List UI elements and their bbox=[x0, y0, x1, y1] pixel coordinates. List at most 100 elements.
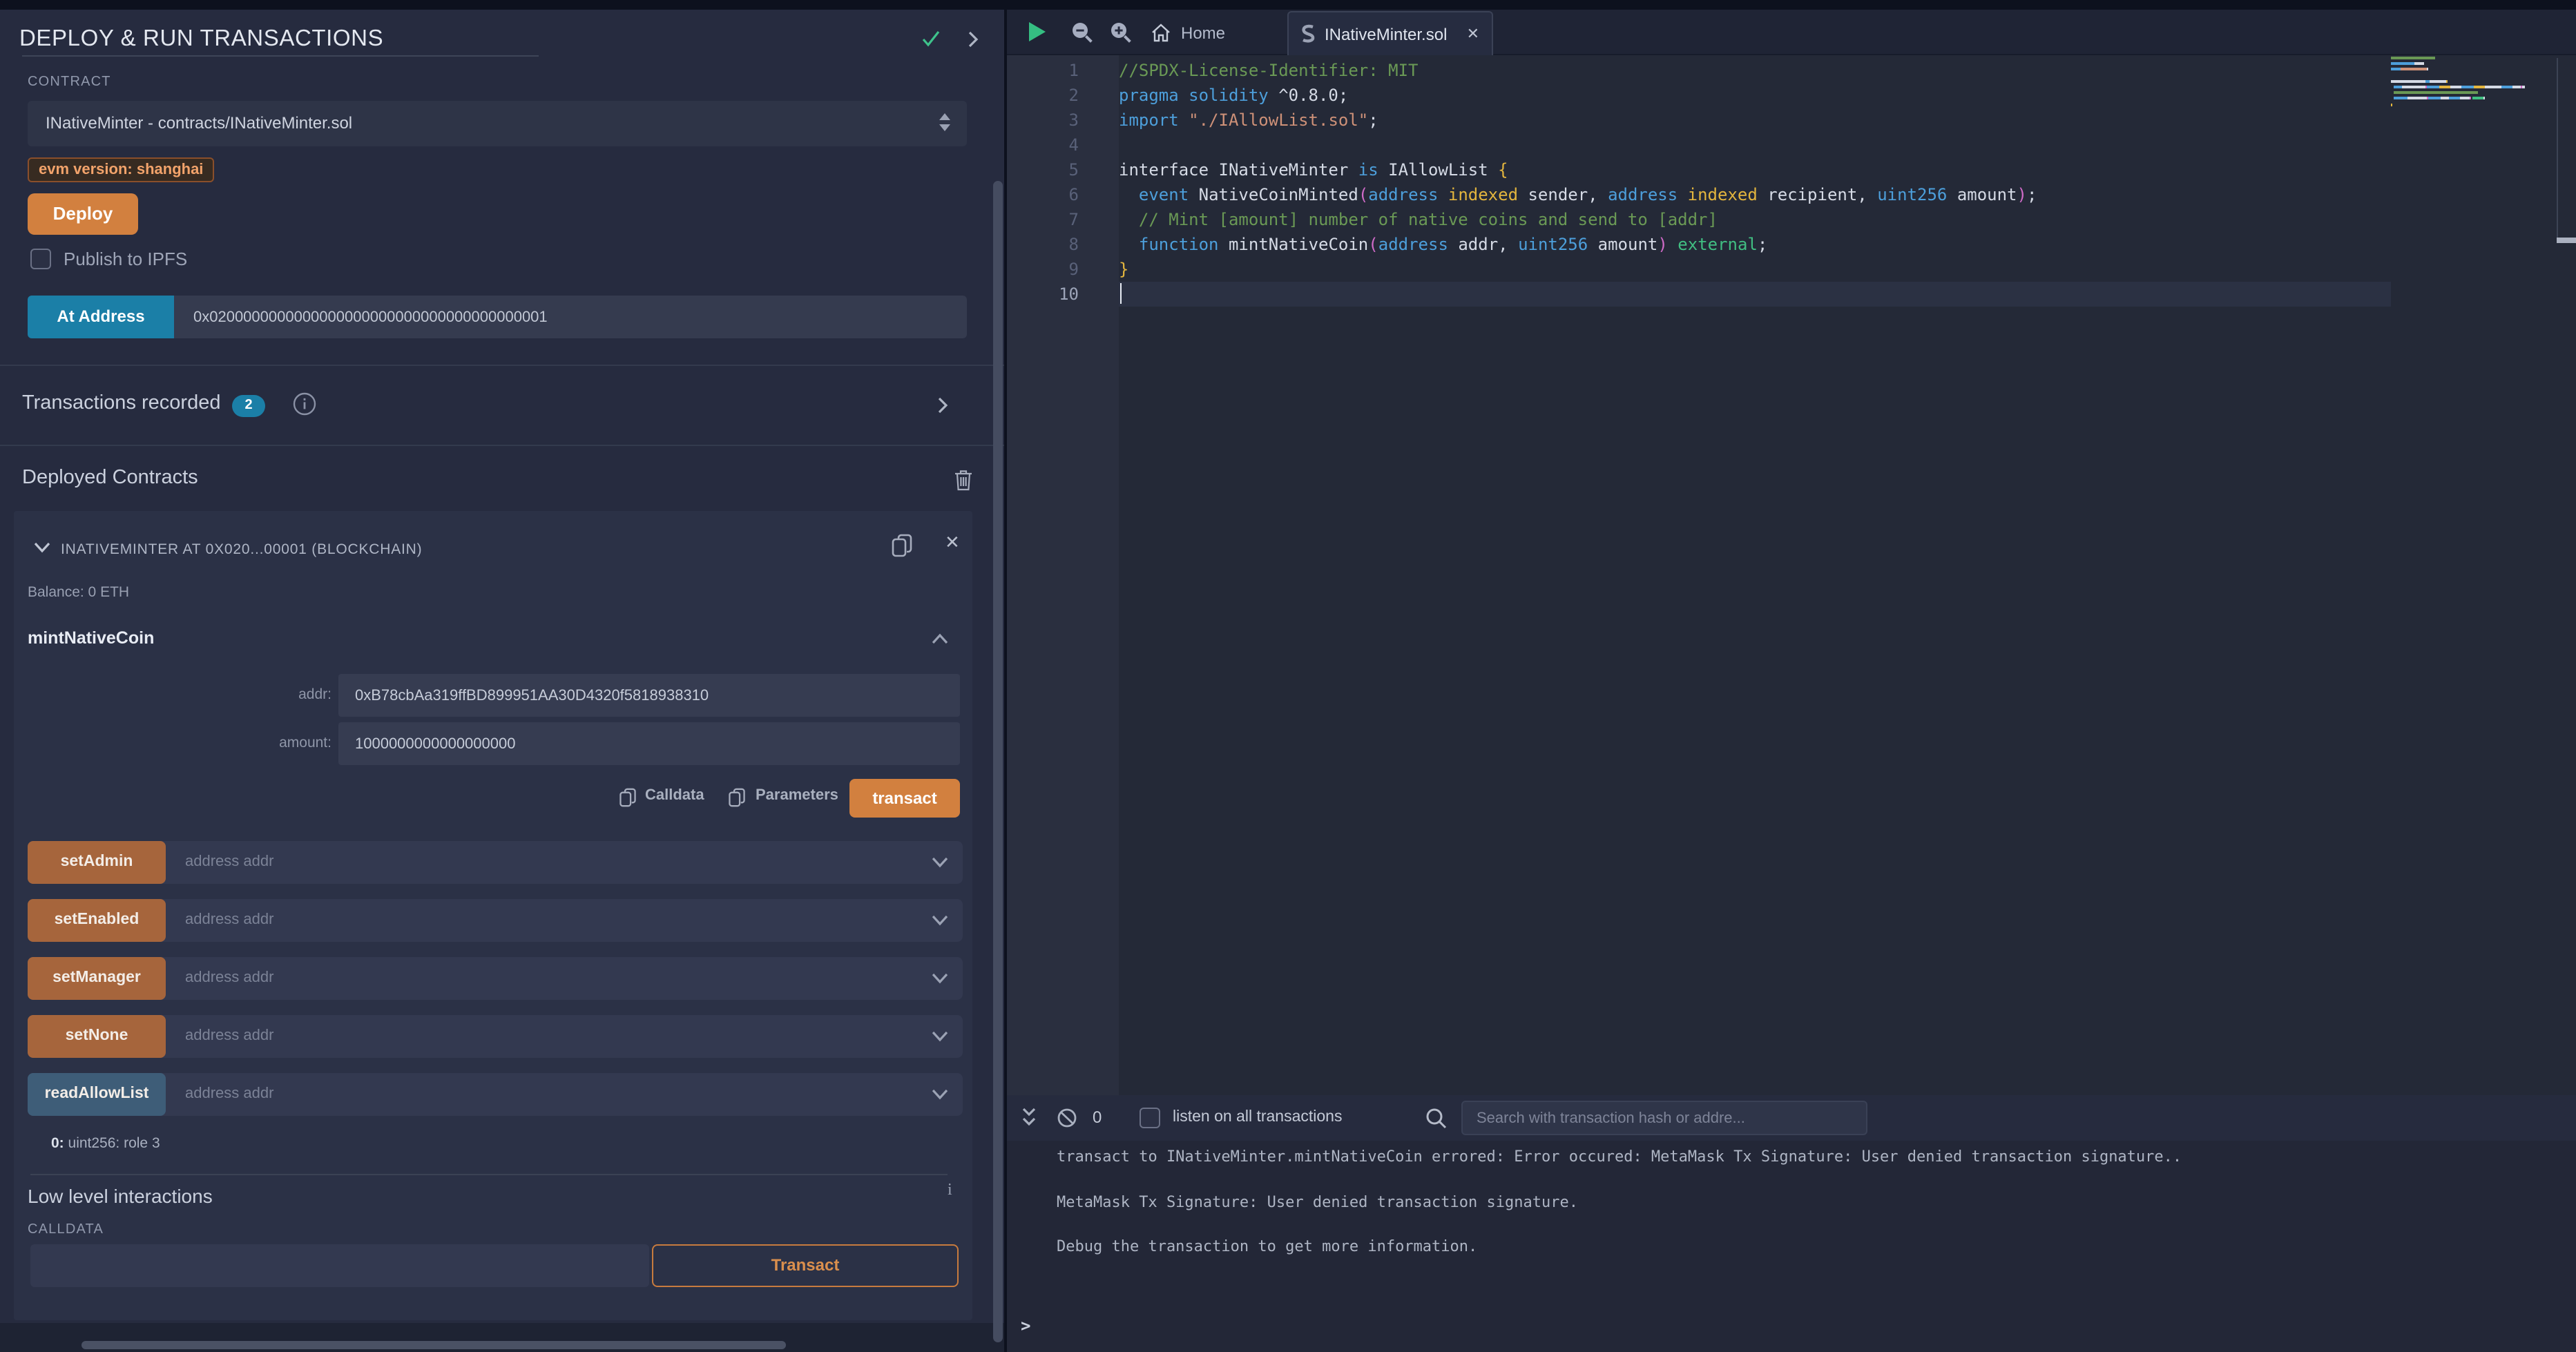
readAllowList-button[interactable]: readAllowList bbox=[28, 1073, 166, 1116]
at-address-button[interactable]: At Address bbox=[28, 296, 174, 338]
tab-home[interactable]: Home bbox=[1151, 10, 1225, 55]
listen-transactions-label: listen on all transactions bbox=[1173, 1109, 1342, 1126]
code-line: function mintNativeCoin(address addr, ui… bbox=[1119, 231, 2037, 256]
minimap-seg bbox=[2461, 97, 2470, 100]
transactions-recorded-label: Transactions recorded bbox=[22, 392, 220, 414]
minimap-seg bbox=[2440, 97, 2449, 100]
function-arg-placeholder[interactable]: address addr bbox=[185, 899, 273, 942]
code-token: ; bbox=[2027, 184, 2037, 204]
chevron-down-icon[interactable] bbox=[931, 914, 949, 927]
expand-terminal-icon[interactable] bbox=[1018, 1106, 1040, 1130]
code-token: is bbox=[1358, 160, 1388, 179]
code-token: } bbox=[1119, 259, 1128, 278]
transactions-expand-chevron-icon[interactable] bbox=[936, 396, 949, 414]
setAdmin-button[interactable]: setAdmin bbox=[28, 841, 166, 884]
minimap-seg bbox=[2439, 86, 2450, 88]
tab-close-icon[interactable]: ✕ bbox=[1467, 25, 1479, 43]
function-row-setAdmin: setAdmin address addr bbox=[28, 841, 963, 884]
line-number: 3 bbox=[1007, 107, 1079, 132]
line-number: 2 bbox=[1007, 82, 1079, 107]
calldata-copy-label[interactable]: Calldata bbox=[645, 787, 704, 804]
code-token: //SPDX-License-Identifier: MIT bbox=[1119, 60, 1419, 79]
line-number: 7 bbox=[1007, 206, 1079, 231]
trash-icon[interactable] bbox=[953, 468, 974, 492]
minimap-seg bbox=[2429, 97, 2441, 100]
vertical-scrollbar[interactable] bbox=[993, 181, 1003, 1342]
function-arg-placeholder[interactable]: address addr bbox=[185, 1073, 273, 1116]
function-arg-placeholder[interactable]: address addr bbox=[185, 957, 273, 1000]
open-function-name[interactable]: mintNativeCoin bbox=[28, 628, 154, 648]
copy-parameters-icon[interactable] bbox=[728, 787, 746, 808]
code-token: address bbox=[1378, 234, 1459, 253]
setEnabled-button[interactable]: setEnabled bbox=[28, 899, 166, 942]
function-arg-placeholder[interactable]: address addr bbox=[185, 841, 273, 884]
solidity-file-icon bbox=[1301, 23, 1315, 44]
chevron-down-icon[interactable] bbox=[931, 856, 949, 869]
code-line: import "./IAllowList.sol"; bbox=[1119, 107, 2037, 132]
deploy-button[interactable]: Deploy bbox=[28, 193, 138, 235]
clear-console-icon[interactable] bbox=[1057, 1108, 1077, 1128]
low-level-transact-button[interactable]: Transact bbox=[652, 1244, 959, 1287]
minimap-seg bbox=[2394, 86, 2403, 88]
code-token: // Mint [amount] number of native coins … bbox=[1119, 209, 1718, 229]
minimap-seg bbox=[2391, 103, 2392, 106]
code-token: { bbox=[1498, 160, 1508, 179]
minimap[interactable] bbox=[2391, 57, 2554, 115]
line-number: 1 bbox=[1007, 57, 1079, 82]
function-field-row: addr: bbox=[14, 674, 972, 717]
copy-icon[interactable] bbox=[891, 533, 913, 558]
publish-ipfs-checkbox[interactable] bbox=[30, 249, 51, 269]
code-token: import bbox=[1119, 110, 1189, 129]
minimap-line bbox=[2391, 91, 2554, 94]
code-token: ; bbox=[1368, 110, 1378, 129]
setNone-button[interactable]: setNone bbox=[28, 1015, 166, 1058]
at-address-input[interactable] bbox=[174, 296, 967, 338]
terminal-search-input[interactable] bbox=[1461, 1101, 1867, 1135]
minimap-line bbox=[2391, 74, 2554, 77]
line-number: 9 bbox=[1007, 256, 1079, 281]
code-token: ; bbox=[1758, 234, 1767, 253]
chevron-down-icon[interactable] bbox=[931, 972, 949, 985]
chevron-down-icon[interactable] bbox=[931, 1030, 949, 1043]
code-content[interactable]: //SPDX-License-Identifier: MIT pragma sol… bbox=[1119, 57, 2037, 306]
minimap-seg bbox=[2449, 97, 2461, 100]
zoom-in-icon[interactable] bbox=[1109, 21, 1133, 44]
minimap-line bbox=[2391, 80, 2554, 83]
chevron-up-icon[interactable] bbox=[931, 632, 949, 645]
terminal-prompt[interactable]: > bbox=[1021, 1316, 1030, 1335]
title-underline bbox=[22, 55, 539, 57]
tab-inativeminter[interactable]: INativeMinter.sol ✕ bbox=[1287, 11, 1493, 55]
chevron-down-icon[interactable] bbox=[931, 1088, 949, 1101]
code-line: pragma solidity ^0.8.0; bbox=[1119, 82, 2037, 107]
run-script-icon[interactable] bbox=[1029, 22, 1046, 41]
listen-transactions-checkbox[interactable] bbox=[1140, 1108, 1160, 1128]
function-arg-placeholder[interactable]: address addr bbox=[185, 1015, 273, 1058]
calldata-input[interactable] bbox=[30, 1244, 649, 1287]
field-input-amount[interactable] bbox=[338, 722, 960, 765]
copy-calldata-icon[interactable] bbox=[619, 787, 637, 808]
code-token: external bbox=[1668, 234, 1758, 253]
panel-collapse-chevron-icon[interactable] bbox=[967, 30, 979, 48]
transactions-count-badge: 2 bbox=[232, 395, 265, 417]
code-token: amount bbox=[1957, 184, 2017, 204]
zoom-out-icon[interactable] bbox=[1070, 21, 1094, 44]
setManager-button[interactable]: setManager bbox=[28, 957, 166, 1000]
search-icon bbox=[1425, 1108, 1448, 1130]
field-input-addr[interactable] bbox=[338, 674, 960, 717]
horizontal-scrollbar[interactable] bbox=[81, 1341, 786, 1349]
code-token: indexed bbox=[1448, 184, 1528, 204]
contract-select[interactable]: INativeMinter - contracts/INativeMinter.… bbox=[28, 101, 967, 146]
info-icon: i bbox=[948, 1179, 952, 1200]
code-token: ^0.8.0; bbox=[1278, 85, 1348, 104]
terminal-log-line: transact to INativeMinter.mintNativeCoin… bbox=[1057, 1146, 2182, 1168]
terminal-log-line: MetaMask Tx Signature: User denied trans… bbox=[1057, 1191, 2182, 1213]
minimap-line bbox=[2391, 62, 2554, 65]
card-collapse-chevron-icon[interactable] bbox=[33, 541, 51, 554]
transact-button[interactable]: transact bbox=[849, 779, 960, 818]
minimap-line bbox=[2391, 103, 2554, 106]
field-label: addr: bbox=[14, 674, 331, 717]
code-token: event bbox=[1139, 184, 1199, 204]
code-token: interface INativeMinter bbox=[1119, 160, 1358, 179]
close-icon[interactable]: ✕ bbox=[945, 532, 960, 554]
parameters-copy-label[interactable]: Parameters bbox=[756, 787, 838, 804]
